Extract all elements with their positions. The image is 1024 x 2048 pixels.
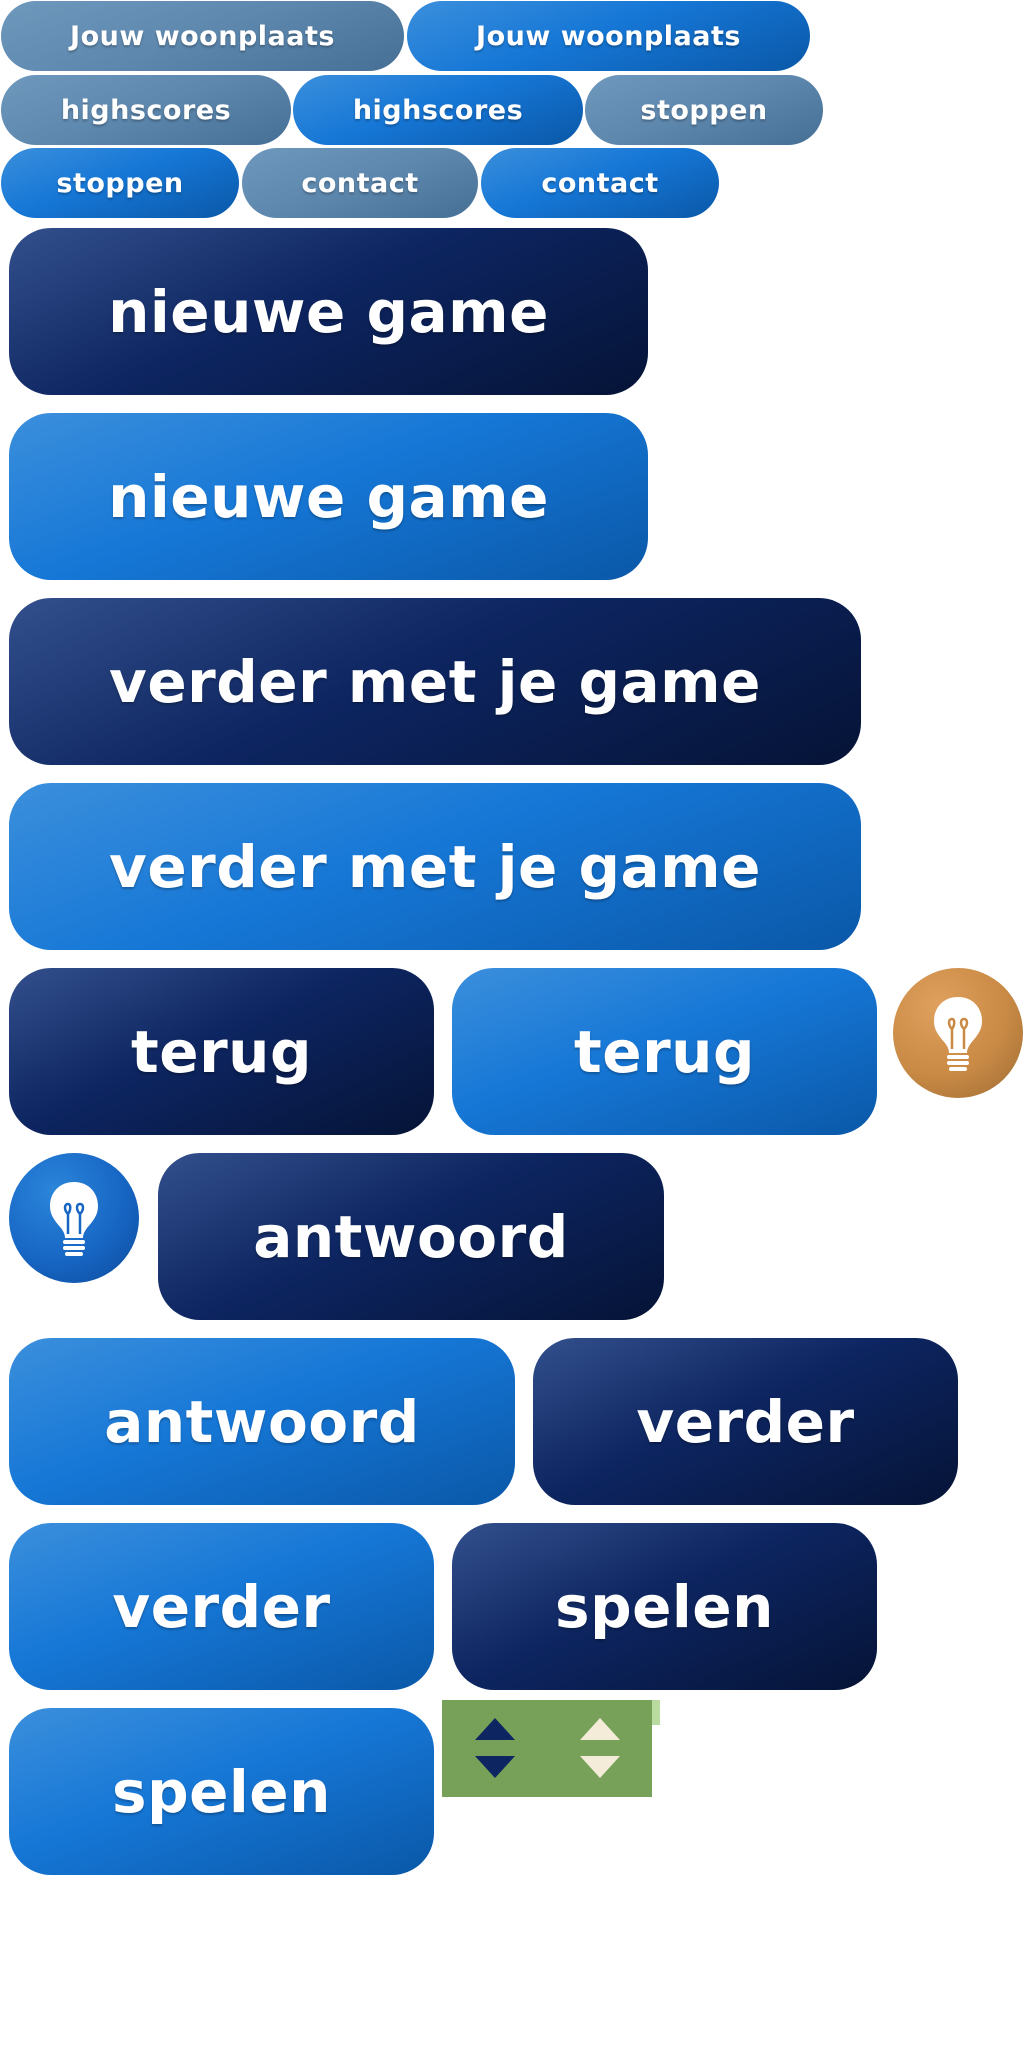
- play-button-bright[interactable]: spelen: [9, 1708, 434, 1875]
- next-button-dark[interactable]: verder: [533, 1338, 958, 1505]
- new-game-label: nieuwe game: [108, 277, 549, 346]
- play-label: spelen: [555, 1572, 774, 1641]
- stoppen-label: stoppen: [56, 167, 184, 199]
- stoppen-button-grey[interactable]: stoppen: [585, 75, 823, 145]
- new-game-button-bright[interactable]: nieuwe game: [9, 413, 648, 580]
- stoppen-button-bright[interactable]: stoppen: [1, 148, 239, 218]
- back-button-dark[interactable]: terug: [9, 968, 434, 1135]
- up-down-arrows-icon-dark[interactable]: [472, 1718, 518, 1782]
- play-label: spelen: [112, 1757, 331, 1826]
- woonplaats-label: Jouw woonplaats: [70, 20, 335, 52]
- answer-button-dark[interactable]: antwoord: [158, 1153, 664, 1320]
- continue-game-label: verder met je game: [109, 832, 761, 901]
- new-game-label: nieuwe game: [108, 462, 549, 531]
- contact-button-bright[interactable]: contact: [481, 148, 719, 218]
- answer-button-bright[interactable]: antwoord: [9, 1338, 515, 1505]
- woonplaats-button-bright[interactable]: Jouw woonplaats: [407, 1, 810, 71]
- answer-label: antwoord: [253, 1202, 569, 1271]
- continue-game-button-bright[interactable]: verder met je game: [9, 783, 861, 950]
- next-label: verder: [636, 1387, 855, 1456]
- stoppen-label: stoppen: [640, 94, 768, 126]
- spinner-tab: [652, 1700, 660, 1725]
- next-button-bright[interactable]: verder: [9, 1523, 434, 1690]
- back-label: terug: [131, 1017, 312, 1086]
- back-button-bright[interactable]: terug: [452, 968, 877, 1135]
- contact-label: contact: [301, 167, 419, 199]
- hint-button-orange[interactable]: [893, 968, 1023, 1098]
- up-down-arrows-icon-light[interactable]: [577, 1718, 623, 1782]
- contact-label: contact: [541, 167, 659, 199]
- next-label: verder: [112, 1572, 331, 1641]
- hint-button-blue[interactable]: [9, 1153, 139, 1283]
- back-label: terug: [574, 1017, 755, 1086]
- new-game-button-dark[interactable]: nieuwe game: [9, 228, 648, 395]
- highscores-button-bright[interactable]: highscores: [293, 75, 583, 145]
- spinner-panel: [442, 1700, 652, 1797]
- highscores-label: highscores: [352, 94, 524, 126]
- contact-button-grey[interactable]: contact: [242, 148, 478, 218]
- play-button-dark[interactable]: spelen: [452, 1523, 877, 1690]
- woonplaats-button-grey[interactable]: Jouw woonplaats: [1, 1, 404, 71]
- continue-game-label: verder met je game: [109, 647, 761, 716]
- woonplaats-label: Jouw woonplaats: [476, 20, 741, 52]
- answer-label: antwoord: [104, 1387, 420, 1456]
- highscores-label: highscores: [60, 94, 232, 126]
- continue-game-button-dark[interactable]: verder met je game: [9, 598, 861, 765]
- lightbulb-icon: [934, 997, 982, 1071]
- lightbulb-icon: [50, 1182, 98, 1256]
- highscores-button-grey[interactable]: highscores: [1, 75, 291, 145]
